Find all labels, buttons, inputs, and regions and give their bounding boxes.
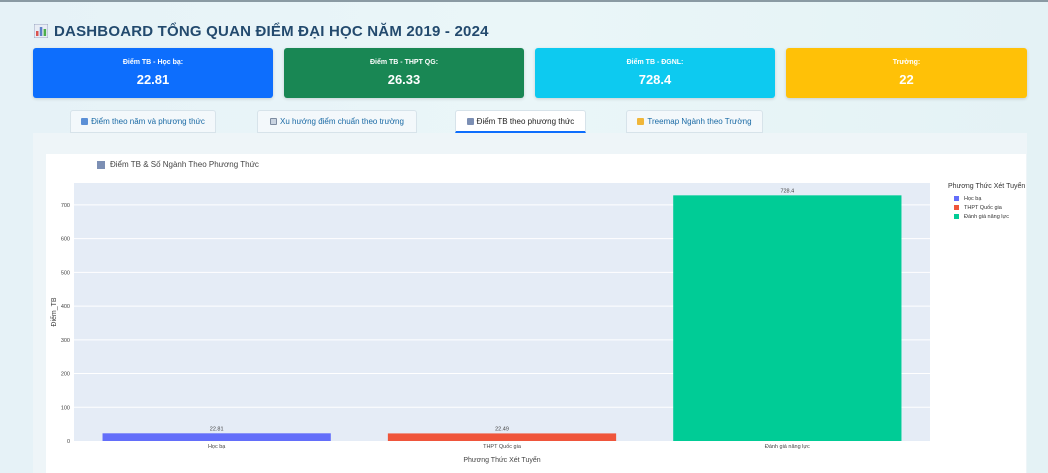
- legend-item-thpt[interactable]: THPT Quốc gia: [954, 203, 1025, 212]
- bar-data-label: 22.81: [210, 426, 224, 432]
- legend-item-dgnl[interactable]: Đánh giá năng lực: [954, 212, 1025, 221]
- x-tick-label: THPT Quốc gia: [483, 444, 522, 450]
- x-tick-label: Học bạ: [208, 444, 226, 450]
- legend-item-hoc-ba[interactable]: Học bạ: [954, 194, 1025, 203]
- y-tick-label: 500: [61, 270, 70, 276]
- x-axis-title: Phương Thức Xét Tuyển: [463, 456, 540, 464]
- bar-data-label: 728.4: [780, 188, 794, 194]
- bar-data-label: 22.49: [495, 426, 509, 432]
- legend-swatch: [954, 205, 959, 210]
- y-tick-label: 200: [61, 372, 70, 378]
- bar: [102, 433, 331, 441]
- legend-title: Phương Thức Xét Tuyển: [948, 183, 1026, 190]
- bar-chart: 0 100 200 300 400 500 600 700 22.81 Học bạ 22.49 TH…: [50, 183, 930, 464]
- chart-legend: Phương Thức Xét Tuyển Học bạ THPT Quốc g…: [948, 183, 1025, 221]
- y-tick-label: 700: [61, 203, 70, 209]
- y-axis-title: Điểm_TB: [50, 297, 58, 327]
- legend-swatch: [954, 214, 959, 219]
- legend-label: Đánh giá năng lực: [964, 213, 1009, 220]
- y-tick-label: 300: [61, 338, 70, 344]
- legend-label: THPT Quốc gia: [964, 204, 1002, 211]
- y-tick-label: 400: [61, 304, 70, 310]
- y-tick-label: 0: [67, 439, 70, 445]
- x-tick-label: Đánh giá năng lực: [765, 444, 810, 450]
- legend-swatch: [954, 196, 959, 201]
- legend-label: Học bạ: [964, 195, 982, 202]
- bar: [387, 433, 617, 441]
- y-tick-label: 600: [61, 237, 70, 243]
- bar: [673, 195, 902, 441]
- y-tick-label: 100: [61, 405, 70, 411]
